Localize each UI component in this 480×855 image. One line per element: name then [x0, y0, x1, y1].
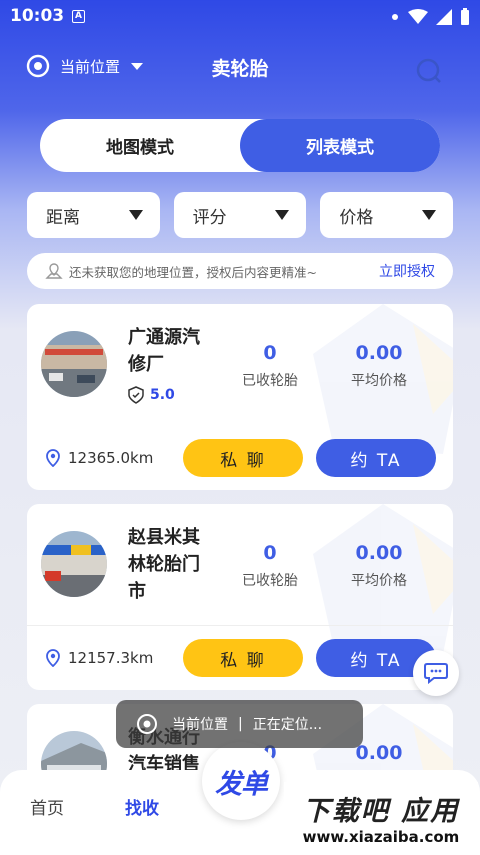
dropdown-triangle-icon — [128, 210, 143, 220]
tires-label: 已收轮胎 — [242, 373, 298, 389]
watermark-title: 下载吧 应用 — [302, 795, 460, 827]
shop-rating: 5.0 — [128, 386, 175, 404]
shop-avatar — [41, 531, 107, 597]
location-pin-icon — [46, 449, 60, 467]
private-chat-button[interactable]: 私 聊 — [183, 439, 303, 477]
dropdown-triangle-icon — [275, 210, 290, 220]
filter-label: 距离 — [46, 207, 80, 228]
private-chat-button[interactable]: 私 聊 — [183, 639, 303, 677]
price-value: 0.00 — [355, 342, 403, 364]
shop-distance: 12157.3km — [44, 649, 153, 667]
publish-label: 发单 — [215, 768, 268, 800]
price-label: 平均价格 — [351, 373, 407, 389]
shop-avatar — [41, 331, 107, 397]
meet-button[interactable]: 约 TA — [316, 439, 436, 477]
price-label: 平均价格 — [351, 573, 407, 589]
search-icon[interactable] — [416, 58, 442, 84]
notification-icon: A — [72, 10, 85, 23]
status-bar: 10:03 A — [0, 0, 480, 34]
filter-distance[interactable]: 距离 — [27, 192, 160, 238]
tab-home[interactable]: 首页 — [30, 794, 64, 819]
filter-label: 评分 — [192, 207, 227, 228]
wifi-icon — [408, 9, 428, 24]
location-permission-notice: 还未获取您的地理位置，授权后内容更精准~ 立即授权 — [27, 253, 453, 289]
filter-price[interactable]: 价格 — [320, 192, 454, 238]
shop-card[interactable]: 赵县米其林轮胎门市 0 已收轮胎 0.00 平均价格 12157.3km 私 聊… — [27, 504, 453, 690]
authorize-link[interactable]: 立即授权 — [379, 261, 435, 281]
battery-icon — [461, 8, 469, 25]
cell-signal-icon — [436, 9, 452, 25]
dropdown-triangle-icon — [422, 210, 437, 220]
location-target-icon — [137, 714, 157, 734]
toast-location: 当前位置 — [172, 717, 228, 733]
status-time: 10:03 — [10, 6, 65, 26]
shop-distance: 12365.0km — [44, 449, 153, 467]
app-header: 当前位置 卖轮胎 — [0, 46, 480, 90]
toast-status: 正在定位... — [252, 717, 323, 733]
location-pin-icon — [46, 649, 60, 667]
rating-value: 5.0 — [150, 387, 175, 403]
card-divider — [27, 625, 453, 626]
watermark: 下载吧 应用 www.xiazaiba.com — [284, 782, 478, 852]
shop-name: 赵县米其林轮胎门市 — [128, 527, 200, 602]
distance-value: 12365.0km — [68, 449, 154, 467]
watermark-url: www.xiazaiba.com — [302, 827, 460, 846]
shield-check-icon — [128, 386, 144, 404]
price-value: 0.00 — [355, 542, 403, 564]
notice-text: 还未获取您的地理位置，授权后内容更精准~ — [69, 264, 317, 280]
tab-list-mode[interactable]: 列表模式 — [240, 119, 440, 172]
shop-card[interactable]: 广通源汽修厂 5.0 0 已收轮胎 0.00 平均价格 12365.0km 私 … — [27, 304, 453, 490]
tires-value: 0 — [263, 342, 277, 364]
tab-find[interactable]: 找收 — [125, 794, 159, 819]
tab-map-mode[interactable]: 地图模式 — [40, 119, 240, 172]
message-button[interactable] — [413, 650, 459, 696]
tires-stat: 0 已收轮胎 — [225, 342, 315, 390]
tires-value: 0 — [263, 542, 277, 564]
signal-dot-icon — [392, 14, 398, 20]
chat-bubble-icon — [424, 663, 448, 684]
filter-label: 价格 — [339, 207, 374, 228]
distance-value: 12157.3km — [68, 649, 154, 667]
tires-stat: 0 已收轮胎 — [225, 542, 315, 590]
filter-bar: 距离 评分 价格 — [27, 192, 454, 238]
toast-separator: | — [238, 716, 243, 732]
mode-toggle: 地图模式 列表模式 — [40, 119, 440, 172]
locating-toast: 当前位置 | 正在定位... — [116, 700, 363, 748]
filter-rating[interactable]: 评分 — [173, 192, 307, 238]
publish-order-button[interactable]: 发单 — [202, 742, 280, 820]
price-stat: 0.00 平均价格 — [334, 542, 424, 590]
price-stat: 0.00 平均价格 — [334, 342, 424, 390]
page-title: 卖轮胎 — [211, 58, 269, 80]
tires-label: 已收轮胎 — [242, 573, 298, 589]
shop-name: 广通源汽修厂 — [128, 327, 200, 375]
map-location-icon — [45, 263, 63, 279]
system-icons — [390, 8, 470, 26]
